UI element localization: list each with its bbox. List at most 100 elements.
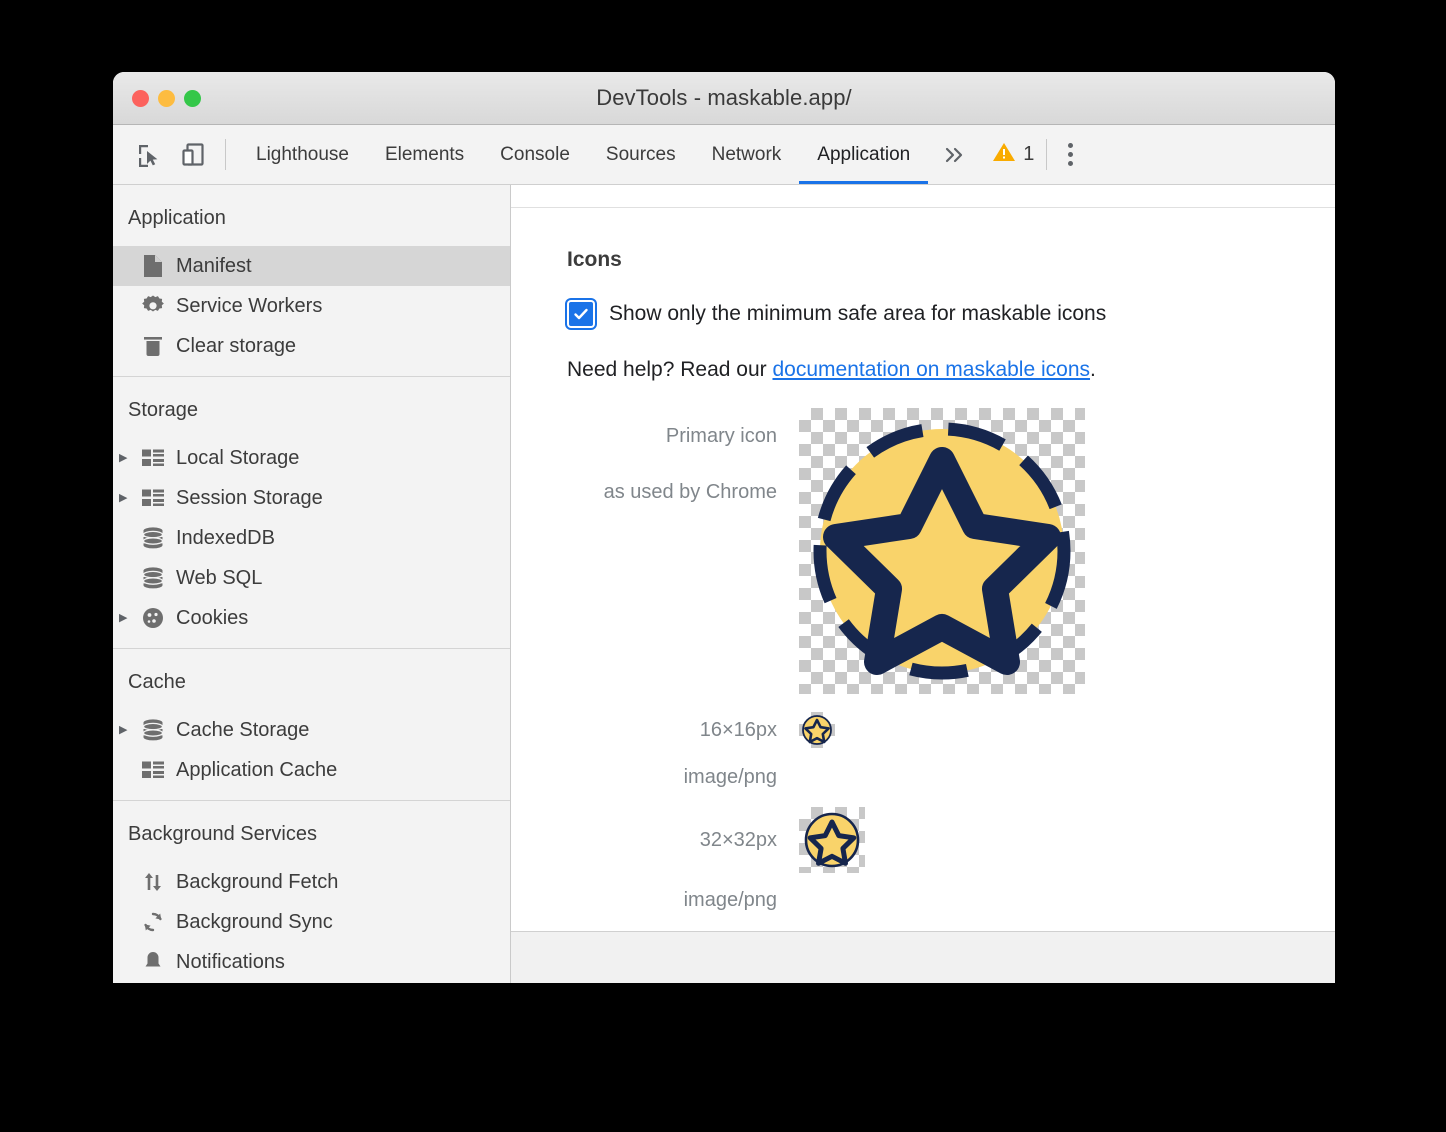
tab-console[interactable]: Console <box>482 125 588 184</box>
help-text-suffix: . <box>1090 358 1096 381</box>
sidebar-item-label: IndexedDB <box>176 527 275 550</box>
sidebar-section-title-background-services: Background Services <box>113 801 510 862</box>
show-safe-area-checkbox[interactable] <box>567 300 595 328</box>
primary-icon-labels: Primary icon as used by Chrome <box>567 408 799 520</box>
primary-icon-label-line1: Primary icon <box>567 408 777 464</box>
sidebar-item-label: Service Workers <box>176 295 322 318</box>
sidebar-item-session-storage[interactable]: ▶ Session Storage <box>113 478 510 518</box>
sidebar-item-label: Session Storage <box>176 487 323 510</box>
sidebar-item-manifest[interactable]: Manifest <box>113 246 510 286</box>
sidebar-item-notifications[interactable]: Notifications <box>113 942 510 982</box>
icon-size-16-label: 16×16px <box>567 719 799 742</box>
gear-icon <box>141 294 165 318</box>
sidebar-item-label: Manifest <box>176 255 252 278</box>
window-title: DevTools - maskable.app/ <box>113 85 1335 111</box>
sidebar-item-indexeddb[interactable]: IndexedDB <box>113 518 510 558</box>
tab-lighthouse[interactable]: Lighthouse <box>238 125 367 184</box>
sidebar-item-clear-storage[interactable]: Clear storage <box>113 326 510 366</box>
sidebar-item-label: Application Cache <box>176 759 337 782</box>
icons-section: Icons Show only the minimum safe area fo… <box>511 208 1335 931</box>
sidebar-item-label: Background Sync <box>176 911 333 934</box>
sidebar-item-service-workers[interactable]: Service Workers <box>113 286 510 326</box>
sidebar-item-web-sql[interactable]: Web SQL <box>113 558 510 598</box>
sidebar-item-label: Local Storage <box>176 447 299 470</box>
tab-label: Network <box>712 144 782 166</box>
table-icon <box>141 486 165 510</box>
tab-network[interactable]: Network <box>694 125 800 184</box>
tab-label: Application <box>817 144 910 166</box>
trash-icon <box>141 334 165 358</box>
chevron-double-right-icon[interactable] <box>928 125 980 184</box>
devtools-body: Application Manifest <box>113 185 1335 983</box>
sidebar-item-background-fetch[interactable]: Background Fetch <box>113 862 510 902</box>
sync-icon <box>141 910 165 934</box>
manifest-panel: Icons Show only the minimum safe area fo… <box>511 185 1335 983</box>
toolbar-divider <box>225 139 226 170</box>
window-titlebar: DevTools - maskable.app/ <box>113 72 1335 125</box>
show-safe-area-label: Show only the minimum safe area for mask… <box>609 302 1106 326</box>
icon-mime-16: image/png <box>567 766 799 789</box>
tab-sources[interactable]: Sources <box>588 125 694 184</box>
sidebar-item-background-sync[interactable]: Background Sync <box>113 902 510 942</box>
help-text-row: Need help? Read our documentation on mas… <box>567 358 1335 382</box>
kebab-menu-icon[interactable] <box>1047 125 1093 184</box>
inspect-cursor-icon[interactable] <box>127 125 171 184</box>
warning-indicator[interactable]: 1 <box>980 125 1046 184</box>
sidebar-item-label: Cache Storage <box>176 719 309 742</box>
maskable-docs-link[interactable]: documentation on maskable icons <box>772 358 1090 381</box>
maskable-star-icon <box>799 408 1085 694</box>
primary-icon-preview <box>799 408 1085 694</box>
panel-tabs: Lighthouse Elements Console Sources Netw… <box>238 125 1335 184</box>
panel-bottom-bar <box>511 931 1335 983</box>
tab-elements[interactable]: Elements <box>367 125 482 184</box>
icon-entry-16-row: 16×16px <box>567 712 1335 748</box>
sidebar-item-label: Web SQL <box>176 567 262 590</box>
device-toolbar-icon[interactable] <box>171 125 215 184</box>
sidebar-item-label: Clear storage <box>176 335 296 358</box>
tab-label: Sources <box>606 144 676 166</box>
database-icon <box>141 526 165 550</box>
document-icon <box>141 254 165 278</box>
tab-label: Elements <box>385 144 464 166</box>
expand-triangle-icon[interactable]: ▶ <box>119 453 137 464</box>
screen-root: DevTools - maskable.app/ Lighthouse Elem… <box>0 0 1446 1132</box>
primary-icon-label-line2: as used by Chrome <box>567 464 777 520</box>
sidebar-item-label: Background Fetch <box>176 871 338 894</box>
tab-label: Lighthouse <box>256 144 349 166</box>
application-sidebar: Application Manifest <box>113 185 511 983</box>
bell-icon <box>141 950 165 974</box>
maskable-safe-area-row: Show only the minimum safe area for mask… <box>567 300 1335 328</box>
warning-count: 1 <box>1023 143 1034 166</box>
icon-mime-32: image/png <box>567 889 799 912</box>
sidebar-item-cookies[interactable]: ▶ Cookies <box>113 598 510 638</box>
devtools-window: DevTools - maskable.app/ Lighthouse Elem… <box>113 72 1335 983</box>
close-window-button[interactable] <box>132 90 149 107</box>
icon-entry-16: 16×16px image/png <box>567 712 1335 789</box>
sidebar-item-application-cache[interactable]: Application Cache <box>113 750 510 790</box>
sidebar-section-title-cache: Cache <box>113 649 510 710</box>
expand-triangle-icon[interactable]: ▶ <box>119 725 137 736</box>
help-text-prefix: Need help? Read our <box>567 358 772 381</box>
expand-triangle-icon[interactable]: ▶ <box>119 493 137 504</box>
icon-size-32-label: 32×32px <box>567 829 799 852</box>
database-icon <box>141 718 165 742</box>
database-icon <box>141 566 165 590</box>
tab-application[interactable]: Application <box>799 125 928 184</box>
table-icon <box>141 758 165 782</box>
zoom-window-button[interactable] <box>184 90 201 107</box>
minimize-window-button[interactable] <box>158 90 175 107</box>
sidebar-section-title-storage: Storage <box>113 377 510 438</box>
sidebar-item-cache-storage[interactable]: ▶ Cache Storage <box>113 710 510 750</box>
sidebar-item-local-storage[interactable]: ▶ Local Storage <box>113 438 510 478</box>
primary-icon-row: Primary icon as used by Chrome <box>567 408 1335 694</box>
cookie-icon <box>141 606 165 630</box>
icon-preview-32 <box>799 807 865 873</box>
icon-entry-32-row: 32×32px <box>567 807 1335 873</box>
window-controls[interactable] <box>132 90 201 107</box>
section-heading-icons: Icons <box>567 248 1335 272</box>
table-icon <box>141 446 165 470</box>
warning-triangle-icon <box>992 141 1016 168</box>
updown-arrows-icon <box>141 870 165 894</box>
devtools-toolbar: Lighthouse Elements Console Sources Netw… <box>113 125 1335 185</box>
expand-triangle-icon[interactable]: ▶ <box>119 613 137 624</box>
